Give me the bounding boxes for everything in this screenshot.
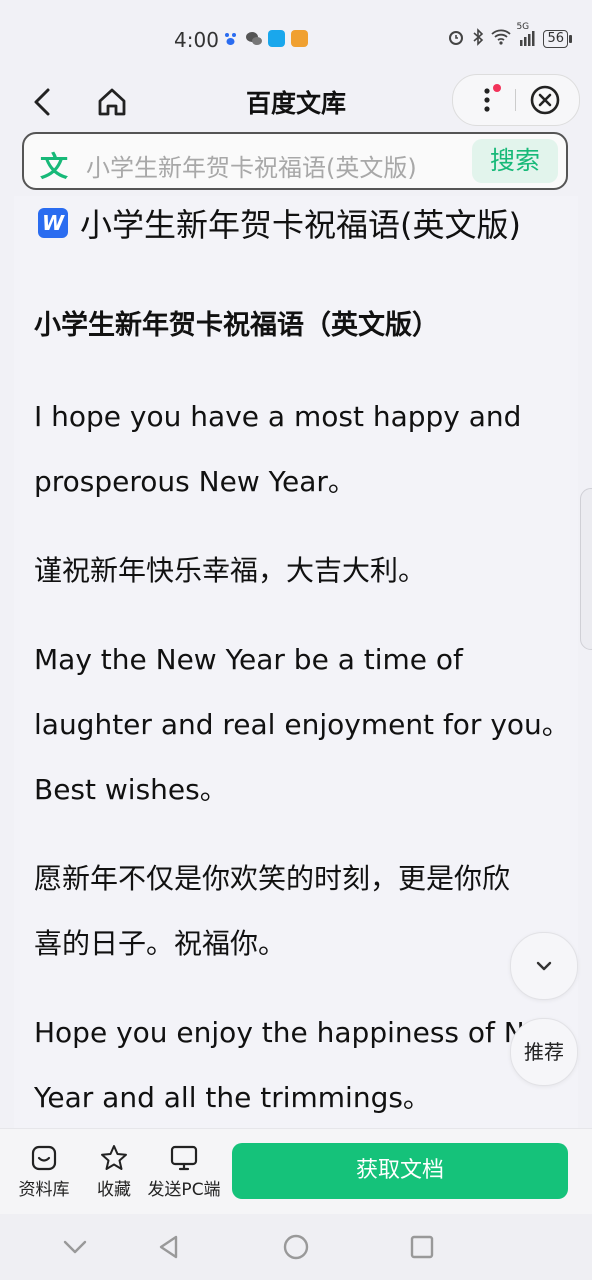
search-bar[interactable]: 文 小学生新年贺卡祝福语(英文版) 搜索 <box>22 132 568 190</box>
alarm-icon <box>447 28 465 50</box>
status-system-icons: 5G 56 <box>447 22 572 50</box>
paragraph-line: 愿新年不仅是你欢笑的时刻，更是你欣 <box>34 862 511 895</box>
paragraph: 愿新年不仅是你欢笑的时刻，更是你欣 喜的日子。祝福你。 <box>34 846 574 976</box>
network-type-label: 5G <box>516 21 530 32</box>
star-icon <box>101 1145 127 1170</box>
paragraph: 谨祝新年快乐幸福，大吉大利。 <box>34 538 574 603</box>
send-to-pc-button[interactable]: 发送PC端 <box>144 1143 224 1200</box>
document-view[interactable]: W 小学生新年贺卡祝福语(英文版) 小学生新年贺卡祝福语（英文版） I hope… <box>14 196 578 1130</box>
paragraph-line: Hope you enjoy the happiness of New <box>34 1016 565 1049</box>
chevron-down-icon <box>536 961 552 971</box>
library-icon <box>31 1145 57 1171</box>
status-notification-icons <box>222 30 308 47</box>
library-button[interactable]: 资料库 <box>4 1143 84 1200</box>
nav-hide-keyboard-icon[interactable] <box>60 1232 90 1262</box>
search-input[interactable]: 小学生新年贺卡祝福语(英文版) <box>86 148 417 183</box>
favorite-button[interactable]: 收藏 <box>74 1143 154 1200</box>
search-app-icon <box>268 30 285 47</box>
monitor-icon <box>170 1145 198 1171</box>
paragraph: May the New Year be a time of laughter a… <box>34 627 574 822</box>
search-button[interactable]: 搜索 <box>472 139 558 183</box>
paragraph-line: Best wishes。 <box>34 773 228 806</box>
paragraph-line: I hope you have a most happy and <box>34 400 522 433</box>
paragraph-line: Year and all the trimmings。 <box>34 1081 431 1114</box>
status-bar: 4:00 5G 56 <box>0 0 592 80</box>
get-document-button[interactable]: 获取文档 <box>232 1143 568 1199</box>
close-button[interactable] <box>525 83 565 117</box>
word-doc-icon: W <box>38 208 68 238</box>
nav-home-icon[interactable] <box>281 1232 311 1262</box>
close-circle-icon <box>530 85 560 115</box>
bluetooth-icon <box>472 28 484 50</box>
recommend-button[interactable]: 推荐 <box>510 1018 578 1086</box>
expand-button[interactable] <box>510 932 578 1000</box>
paragraph-line: prosperous New Year。 <box>34 465 356 498</box>
paragraph-line: 喜的日子。祝福你。 <box>34 927 287 960</box>
document-body: 小学生新年贺卡祝福语（英文版） I hope you have a most h… <box>34 304 574 1130</box>
paragraph-line: 谨祝新年快乐幸福，大吉大利。 <box>34 554 427 587</box>
wifi-icon <box>491 29 512 49</box>
mini-app-capsule <box>452 74 580 126</box>
paragraph: I hope you have a most happy and prosper… <box>34 384 574 514</box>
app-header: 百度文库 <box>0 74 592 128</box>
side-drawer-handle[interactable] <box>580 488 592 650</box>
game-app-icon <box>291 30 308 47</box>
send-to-pc-label: 发送PC端 <box>147 1180 221 1200</box>
paragraph-line: laughter and real enjoyment for you。 <box>34 708 570 741</box>
paragraph: Hope you enjoy the happiness of New Year… <box>34 1000 574 1130</box>
nav-recents-icon[interactable] <box>407 1232 437 1262</box>
document-title-row: W 小学生新年贺卡祝福语(英文版) <box>38 200 521 246</box>
more-button[interactable] <box>467 83 507 117</box>
document-title: 小学生新年贺卡祝福语(英文版) <box>80 206 521 244</box>
favorite-label: 收藏 <box>97 1180 131 1200</box>
capsule-divider <box>515 89 516 111</box>
document-heading: 小学生新年贺卡祝福语（英文版） <box>34 310 439 341</box>
more-vertical-icon <box>484 84 501 112</box>
system-nav-bar <box>0 1214 592 1280</box>
battery-indicator: 56 <box>543 30 572 48</box>
wechat-icon <box>245 30 262 47</box>
nav-back-icon[interactable] <box>154 1232 184 1262</box>
baidu-paw-icon <box>222 30 239 47</box>
status-time: 4:00 <box>174 28 219 52</box>
wenku-logo-icon: 文 <box>40 150 69 183</box>
library-label: 资料库 <box>18 1180 70 1200</box>
paragraph-line: May the New Year be a time of <box>34 643 463 676</box>
signal-icon: 5G <box>516 22 536 49</box>
bottom-action-bar: 资料库 收藏 发送PC端 获取文档 <box>0 1128 592 1215</box>
